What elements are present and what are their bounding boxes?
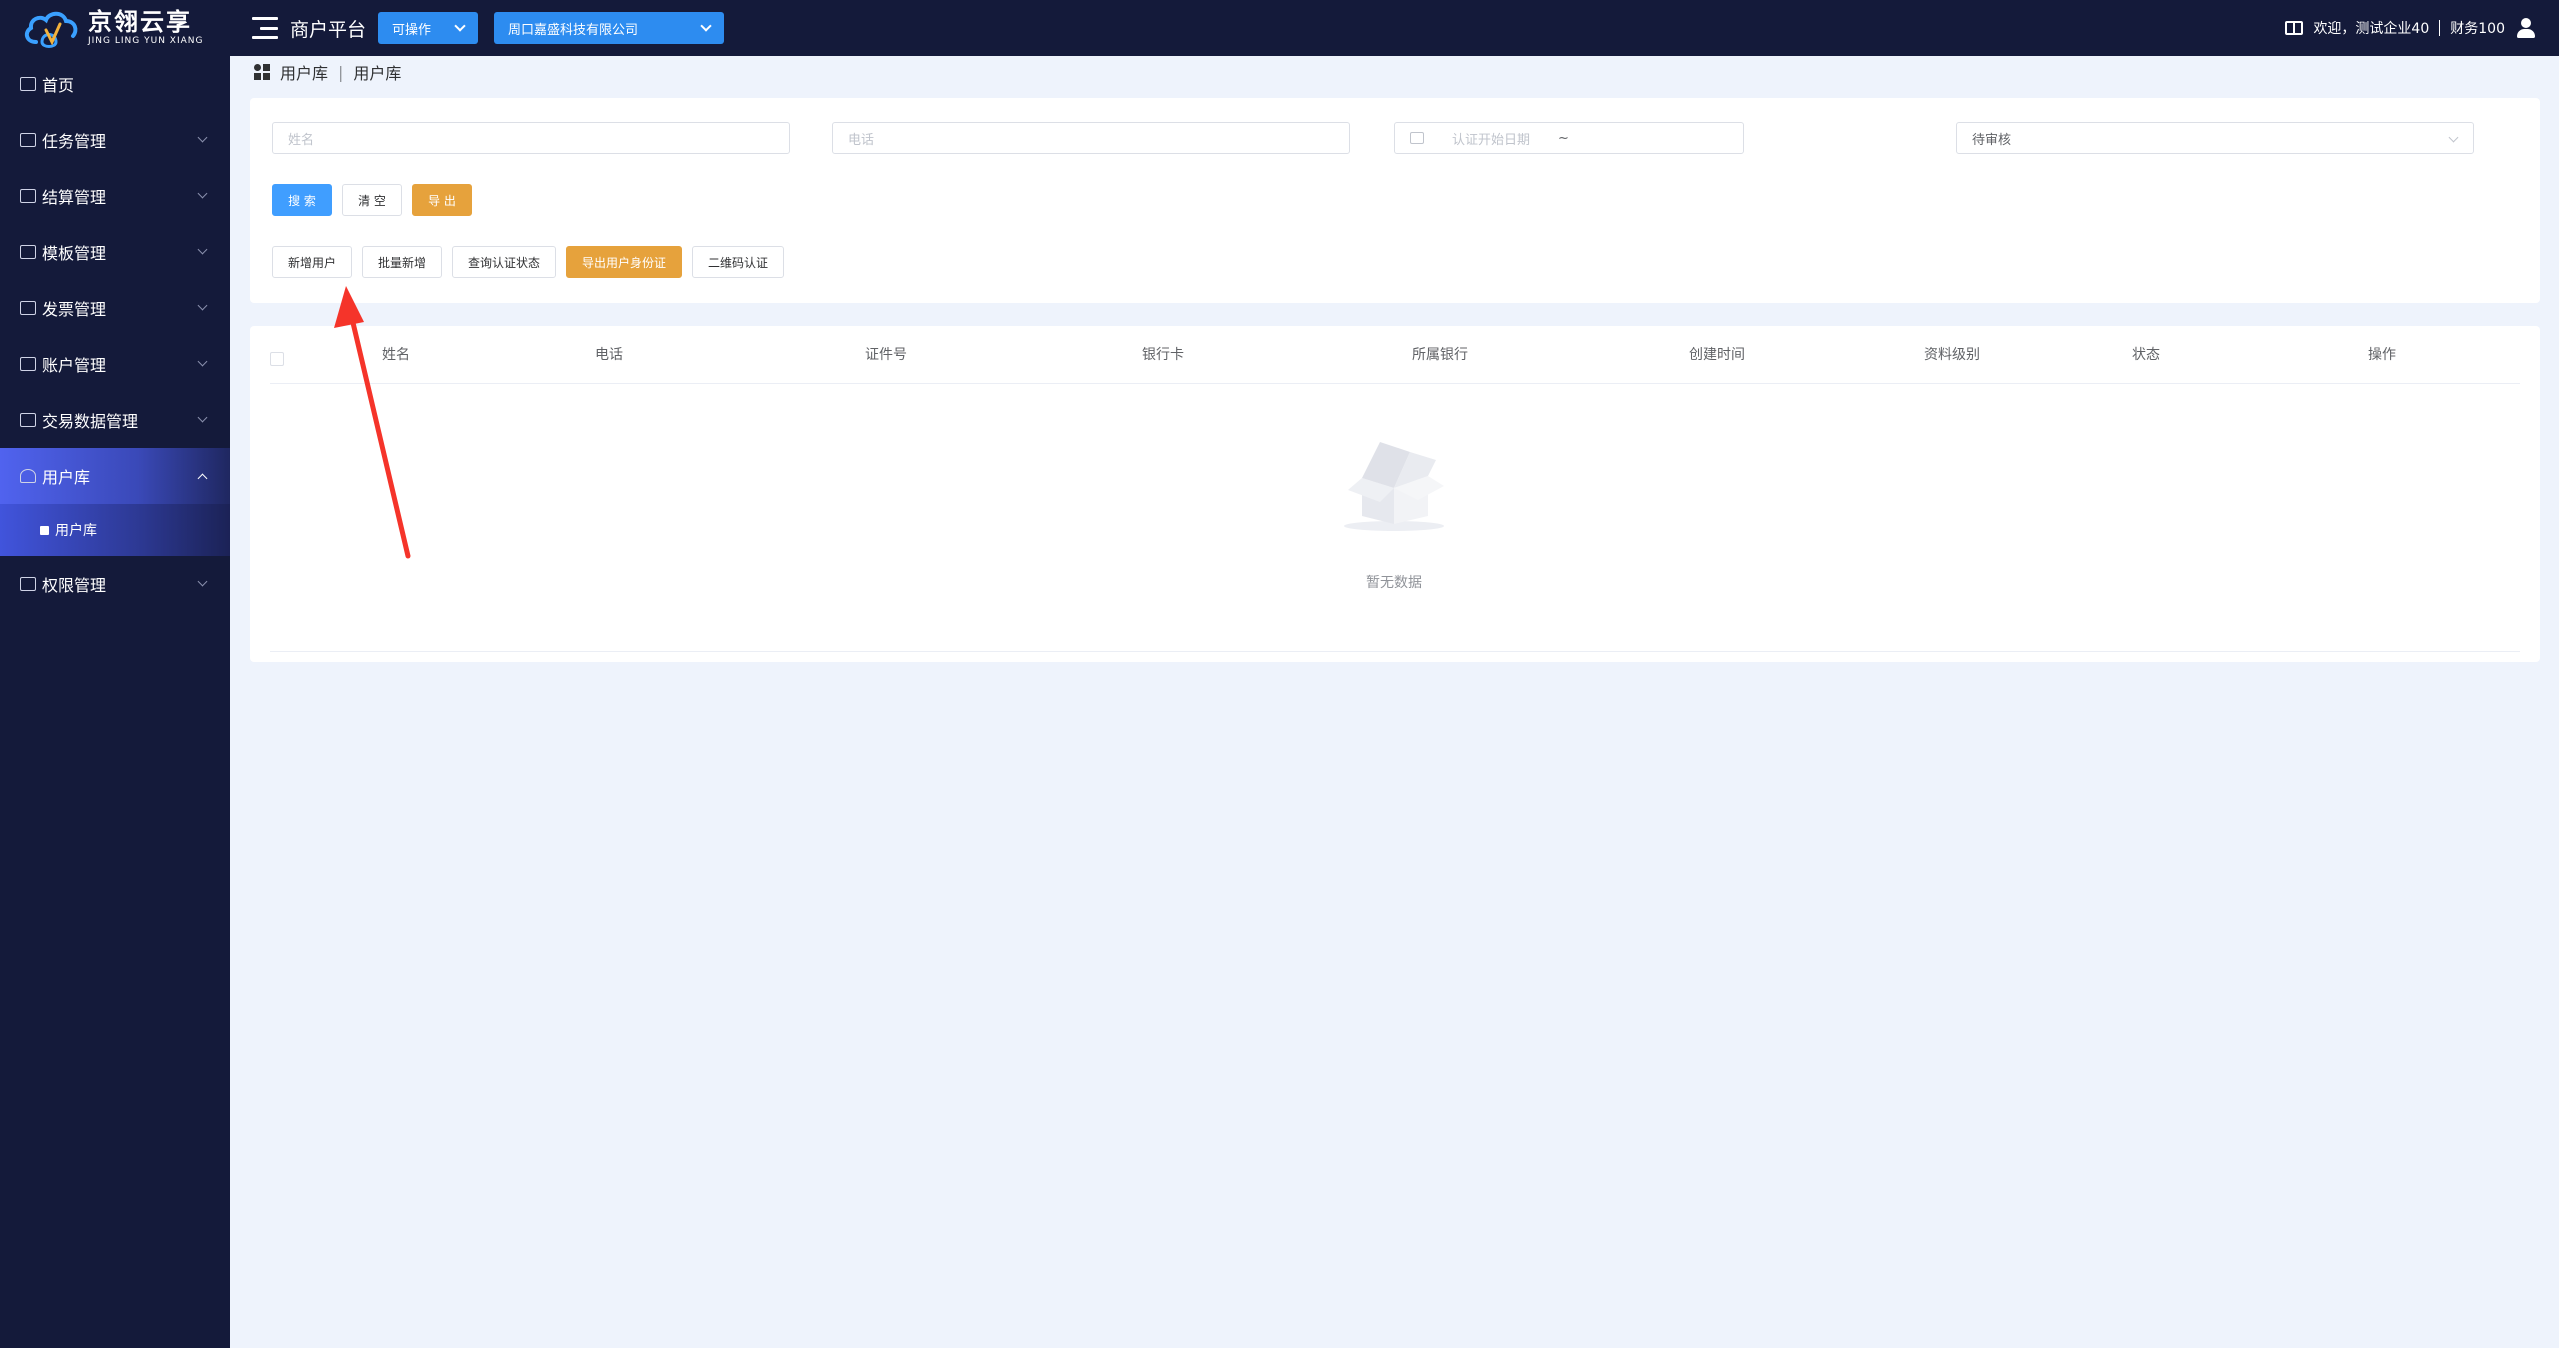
chevron-down-icon: [197, 356, 208, 367]
sidebar-item-label: 任务管理: [42, 132, 107, 151]
date-start-placeholder: 认证开始日期: [1452, 132, 1531, 148]
annotation-arrow-icon: [334, 286, 411, 559]
column-header: 操作: [2368, 347, 2396, 363]
logo[interactable]: 京翎云享 JING LING YUN XIANG: [0, 0, 230, 56]
permission-icon: [20, 577, 36, 591]
column-header: 电话: [595, 347, 623, 363]
chevron-down-icon: [2448, 132, 2459, 143]
account-icon: [20, 357, 36, 371]
book-icon[interactable]: [2285, 21, 2304, 35]
breadcrumb-item: 用户库: [353, 64, 402, 83]
user-avatar-icon[interactable]: [2515, 17, 2537, 39]
sidebar-item-templates[interactable]: 模板管理: [0, 224, 230, 280]
empty-box-icon: [1344, 442, 1444, 531]
status-select[interactable]: 可操作: [378, 12, 479, 44]
top-bar: 京翎云享 JING LING YUN XIANG 商户平台 可操作 周口嘉盛科技…: [0, 0, 2559, 56]
home-icon: [20, 77, 36, 91]
sidebar-item-label: 用户库: [42, 468, 91, 487]
name-placeholder: 姓名: [288, 132, 315, 148]
sidebar-item-permissions[interactable]: 权限管理: [0, 556, 230, 612]
chevron-down-icon: [700, 20, 712, 32]
sidebar-item-tasks[interactable]: 任务管理: [0, 112, 230, 168]
breadcrumb-item[interactable]: 用户库: [280, 60, 328, 84]
sidebar-item-label: 账户管理: [42, 356, 107, 375]
breadcrumb-separator: |: [338, 62, 344, 82]
sidebar-item-label: 发票管理: [42, 300, 107, 319]
search-button[interactable]: 搜 索: [272, 184, 332, 216]
sidebar-item-label: 首页: [42, 76, 75, 95]
invoice-icon: [20, 301, 36, 315]
breadcrumb: 用户库 | 用户库: [254, 60, 401, 84]
company-select-value: 周口嘉盛科技有限公司: [508, 22, 639, 38]
chevron-down-icon: [197, 244, 208, 255]
sidebar-item-label: 模板管理: [42, 244, 107, 263]
welcome-text: 欢迎，测试企业40: [2313, 21, 2430, 37]
user-icon: [20, 469, 36, 483]
sidebar-item-accounts[interactable]: 账户管理: [0, 336, 230, 392]
divider: [2439, 20, 2441, 36]
sidebar-item-label: 结算管理: [42, 188, 107, 207]
bullet-icon: [40, 525, 49, 535]
calendar-icon: [1410, 132, 1424, 144]
status-filter-select[interactable]: 待审核: [1956, 122, 2474, 154]
column-header: 所属银行: [1412, 347, 1468, 363]
user-area: 欢迎，测试企业40 财务100: [2285, 0, 2537, 56]
column-header: 创建时间: [1689, 347, 1745, 363]
chevron-down-icon: [454, 20, 466, 32]
column-header: 银行卡: [1142, 347, 1184, 363]
logo-subtitle: JING LING YUN XIANG: [88, 36, 204, 46]
chevron-down-icon: [197, 412, 208, 423]
empty-state-text: 暂无数据: [1366, 575, 1422, 591]
sidebar-subitem-user-library[interactable]: 用户库: [0, 504, 230, 556]
query-auth-status-button[interactable]: 查询认证状态: [452, 246, 556, 278]
task-list-icon: [20, 133, 36, 147]
sidebar-item-settlement[interactable]: 结算管理: [0, 168, 230, 224]
phone-placeholder: 电话: [848, 132, 875, 148]
table-bottom-border: [270, 651, 2520, 652]
template-icon: [20, 245, 36, 259]
sidebar-item-transactions[interactable]: 交易数据管理: [0, 392, 230, 448]
name-input[interactable]: 姓名: [272, 122, 790, 154]
export-button[interactable]: 导 出: [412, 184, 472, 216]
sidebar-subitem-label: 用户库: [55, 523, 97, 539]
grid-icon: [254, 64, 270, 80]
status-select-value: 可操作: [392, 22, 432, 38]
user-role: 财务100: [2450, 21, 2505, 37]
chevron-down-icon: [197, 188, 208, 199]
table-header: 姓名 电话 证件号 银行卡 所属银行 创建时间 资料级别 状态 操作: [270, 326, 2520, 384]
sidebar-item-label: 交易数据管理: [42, 412, 139, 431]
sidebar-item-home[interactable]: 首页: [0, 56, 230, 112]
auth-date-range-picker[interactable]: 认证开始日期 ~: [1394, 122, 1744, 154]
sidebar-item-invoices[interactable]: 发票管理: [0, 280, 230, 336]
platform-title: 商户平台: [290, 18, 367, 41]
company-select[interactable]: 周口嘉盛科技有限公司: [494, 12, 725, 44]
date-separator: ~: [1558, 130, 1569, 146]
column-header: 资料级别: [1924, 347, 1980, 363]
phone-input[interactable]: 电话: [832, 122, 1350, 154]
sidebar-item-label: 权限管理: [42, 576, 107, 595]
cloud-logo-icon: [24, 11, 78, 48]
chevron-down-icon: [197, 300, 208, 311]
settlement-icon: [20, 189, 36, 203]
column-header: 状态: [2132, 347, 2160, 363]
menu-toggle-icon[interactable]: [252, 17, 278, 39]
select-all-checkbox[interactable]: [270, 352, 284, 366]
column-header: 证件号: [865, 347, 907, 363]
qr-auth-button[interactable]: 二维码认证: [692, 246, 784, 278]
status-filter-value: 待审核: [1972, 132, 2012, 148]
sidebar-item-user-library[interactable]: 用户库: [0, 448, 230, 504]
chevron-up-icon: [197, 473, 208, 484]
filter-panel: 姓名 电话 认证开始日期 ~ 待审核 搜 索 清 空 导 出 新增用户 批量新增…: [250, 98, 2540, 303]
clear-button[interactable]: 清 空: [342, 184, 402, 216]
chevron-down-icon: [197, 132, 208, 143]
logo-title: 京翎云享: [88, 8, 192, 36]
bank-icon: [20, 413, 36, 427]
export-id-card-button[interactable]: 导出用户身份证: [566, 246, 682, 278]
chevron-down-icon: [197, 576, 208, 587]
sidebar: 首页 任务管理 结算管理 模板管理 发票管理 账户管理 交易数据管理 用户库 用…: [0, 56, 230, 1348]
